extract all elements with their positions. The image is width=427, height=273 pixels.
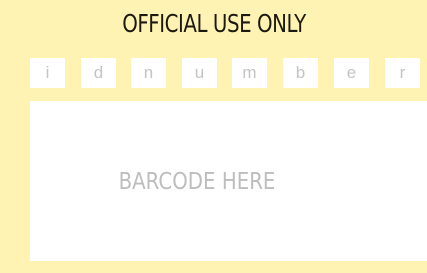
- barcode-placeholder: BARCODE HERE: [118, 169, 276, 195]
- id-number-box-7[interactable]: e: [334, 58, 369, 88]
- id-number-box-2[interactable]: d: [81, 58, 116, 88]
- id-number-box-4[interactable]: u: [182, 58, 217, 88]
- id-number-box-1[interactable]: i: [30, 58, 65, 88]
- barcode-area: BARCODE HERE: [30, 101, 427, 261]
- id-number-box-3[interactable]: n: [131, 58, 166, 88]
- form-title: OFFICIAL USE ONLY: [122, 9, 306, 38]
- id-number-box-8[interactable]: r: [385, 58, 420, 88]
- id-number-box-5[interactable]: m: [232, 58, 267, 88]
- id-number-box-6[interactable]: b: [283, 58, 318, 88]
- official-use-form: OFFICIAL USE ONLY i d n u m b e r BARCOD…: [0, 0, 427, 273]
